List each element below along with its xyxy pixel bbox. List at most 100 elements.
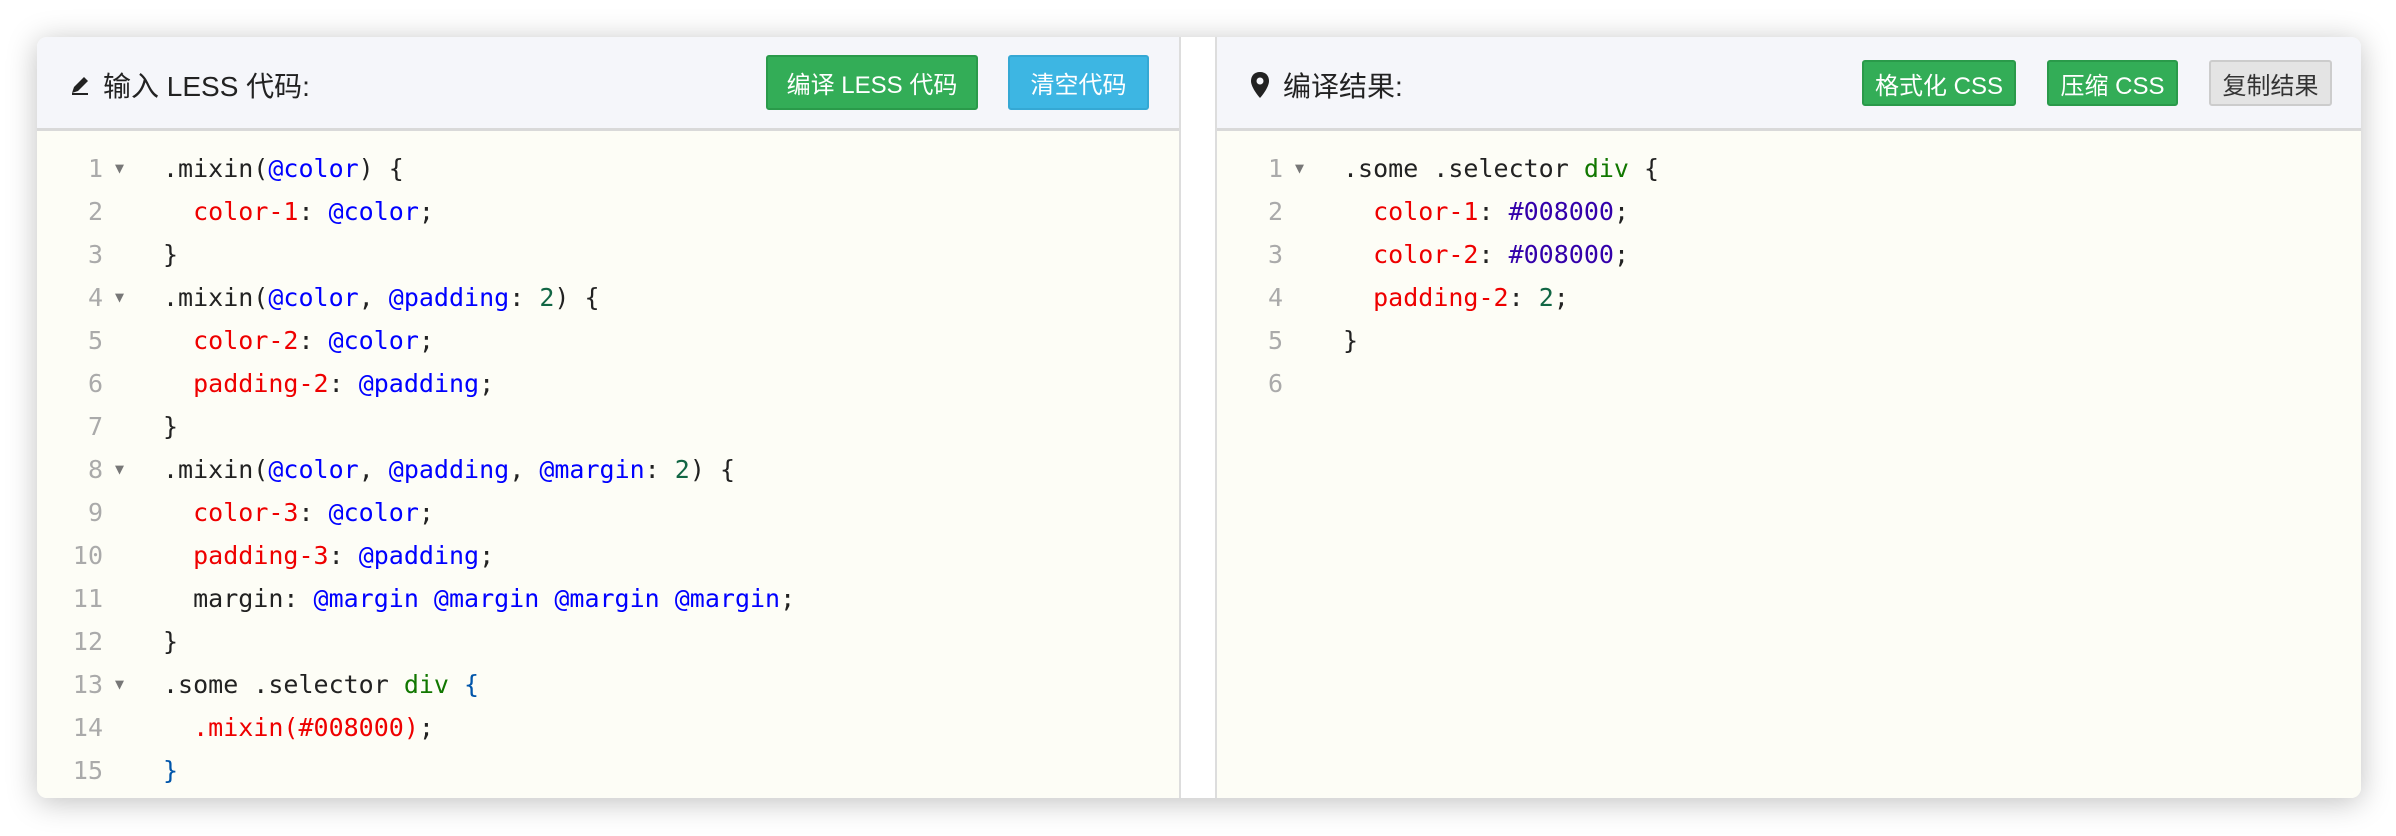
- code-line: 1 ▼ .mixin(@color) {: [37, 147, 1179, 190]
- code-line: 15}: [37, 749, 1179, 792]
- code-token: @color: [328, 498, 419, 527]
- line-number: 4: [1267, 283, 1283, 312]
- code-text: color-3: @color;: [163, 491, 434, 534]
- code-token: color-1: [193, 197, 299, 226]
- line-number: 12: [72, 627, 103, 656]
- code-token: @margin: [539, 455, 645, 484]
- code-token: @padding: [358, 541, 480, 570]
- line-number: 2: [1267, 197, 1283, 226]
- code-token: #008000: [1508, 197, 1614, 226]
- code-token: :: [328, 541, 359, 570]
- code-token: }: [163, 756, 179, 785]
- pencil-icon: [67, 70, 93, 100]
- code-token: .some .selector: [163, 670, 404, 699]
- code-token: ;: [780, 584, 796, 613]
- code-text: color-2: @color;: [163, 319, 434, 362]
- code-token: {: [448, 670, 480, 699]
- code-token: @color: [268, 283, 359, 312]
- code-line: 2 color-1: @color;: [37, 190, 1179, 233]
- code-token: ,: [509, 455, 540, 484]
- code-token: :: [298, 498, 329, 527]
- code-line: 7}: [37, 405, 1179, 448]
- code-line: 6: [1217, 362, 2361, 405]
- line-number: 10: [72, 541, 103, 570]
- code-token: :: [1478, 240, 1509, 269]
- code-line: 9 color-3: @color;: [37, 491, 1179, 534]
- css-output-title-wrap: 编译结果:: [1247, 65, 1403, 105]
- less-code-editor[interactable]: 1 ▼ .mixin(@color) {2 color-1: @color; 3} 4 ▼…: [37, 131, 1179, 798]
- code-line: 5 color-2: @color;: [37, 319, 1179, 362]
- code-token: :: [298, 326, 329, 355]
- code-token: :: [1508, 283, 1539, 312]
- css-output-editor[interactable]: 1 ▼ .some .selector div {2 color-1: #00800…: [1217, 131, 2361, 798]
- code-token: .some .selector: [1343, 154, 1584, 183]
- copy-result-button[interactable]: 复制结果: [2209, 60, 2332, 106]
- line-number: 7: [87, 412, 103, 441]
- code-token: padding-3: [193, 541, 329, 570]
- code-token: @color: [328, 197, 419, 226]
- code-text: }: [163, 620, 178, 663]
- code-token: div: [1583, 154, 1629, 183]
- fold-arrow-icon[interactable]: ▼: [115, 147, 124, 190]
- line-number: 5: [1267, 326, 1283, 355]
- code-token: padding-2: [193, 369, 329, 398]
- code-text: .mixin(#008000);: [163, 706, 434, 749]
- fold-arrow-icon[interactable]: ▼: [115, 663, 124, 706]
- code-token: @color: [268, 455, 359, 484]
- compile-less-button[interactable]: 编译 LESS 代码: [766, 55, 978, 110]
- line-number: 3: [87, 240, 103, 269]
- format-css-button[interactable]: 格式化 CSS: [1862, 60, 2016, 106]
- code-line: 14 .mixin(#008000);: [37, 706, 1179, 749]
- code-text: }: [163, 233, 178, 276]
- fold-arrow-icon[interactable]: ▼: [115, 448, 124, 491]
- code-token: ) {: [358, 154, 404, 183]
- code-line: 3 color-2: #008000;: [1217, 233, 2361, 276]
- code-token: .mixin(: [163, 455, 269, 484]
- minify-css-button[interactable]: 压缩 CSS: [2047, 60, 2178, 106]
- code-line: 4 padding-2: 2;: [1217, 276, 2361, 319]
- line-number: 13: [72, 670, 103, 699]
- fold-arrow-icon[interactable]: ▼: [115, 276, 124, 319]
- code-token: :: [644, 455, 675, 484]
- code-text: padding-3: @padding;: [163, 534, 494, 577]
- code-line: 2 color-1: #008000;: [1217, 190, 2361, 233]
- clear-code-button[interactable]: 清空代码: [1008, 55, 1149, 110]
- less-input-header: 输入 LESS 代码: 编译 LESS 代码 清空代码: [37, 37, 1179, 131]
- code-token: .mixin(: [163, 154, 269, 183]
- line-number: 11: [72, 584, 103, 613]
- code-token: color-2: [1373, 240, 1479, 269]
- code-text: }: [1343, 319, 1358, 362]
- code-token: color-3: [193, 498, 299, 527]
- code-token: div: [403, 670, 449, 699]
- code-text: .some .selector div {: [163, 663, 479, 706]
- code-token: color-2: [193, 326, 299, 355]
- code-token: margin:: [163, 584, 314, 613]
- code-token: ;: [479, 369, 495, 398]
- code-line: 5}: [1217, 319, 2361, 362]
- code-text: .some .selector div {: [1343, 147, 1659, 190]
- code-token: @margin @margin @margin @margin: [313, 584, 781, 613]
- code-token: @padding: [388, 455, 510, 484]
- line-number: 2: [87, 197, 103, 226]
- code-token: ,: [358, 455, 389, 484]
- code-token: .mixin(#008000): [193, 713, 419, 742]
- code-token: ;: [418, 498, 434, 527]
- code-token: ;: [418, 197, 434, 226]
- less-input-panel: 输入 LESS 代码: 编译 LESS 代码 清空代码 1 ▼ .mixin(@co…: [37, 37, 1181, 798]
- code-token: :: [298, 197, 329, 226]
- fold-arrow-icon[interactable]: ▼: [1295, 147, 1304, 190]
- line-number: 1: [87, 154, 103, 183]
- code-token: @padding: [358, 369, 480, 398]
- code-token: }: [163, 240, 179, 269]
- code-line: 11 margin: @margin @margin @margin @marg…: [37, 577, 1179, 620]
- code-token: ;: [1613, 240, 1629, 269]
- code-token: :: [509, 283, 540, 312]
- line-number: 14: [72, 713, 103, 742]
- panel-title: 编译结果:: [1283, 71, 1403, 102]
